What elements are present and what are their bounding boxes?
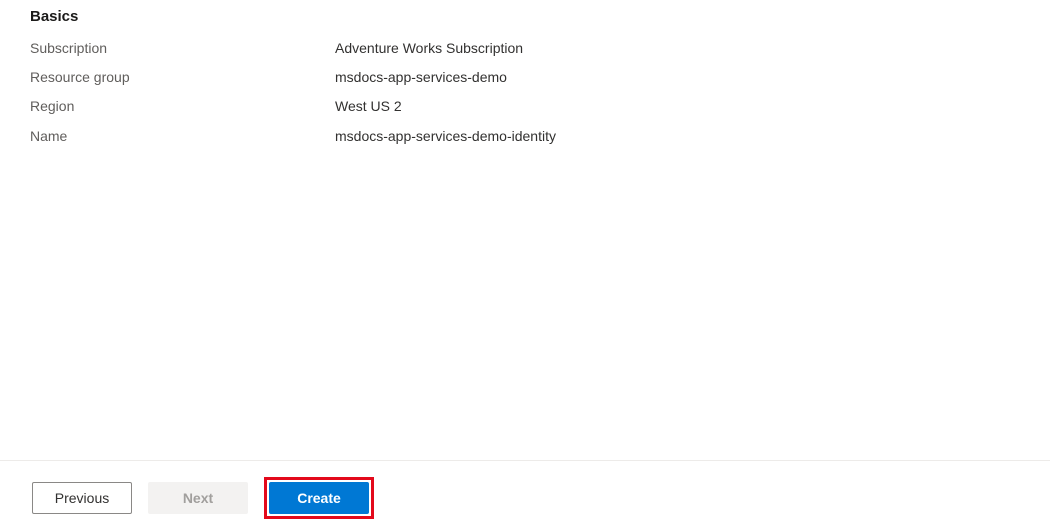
wizard-footer: Previous Next Create <box>0 460 1050 525</box>
value-region: West US 2 <box>335 97 402 115</box>
summary-row: Name msdocs-app-services-demo-identity <box>30 127 1050 145</box>
summary-row: Resource group msdocs-app-services-demo <box>30 68 1050 86</box>
value-resource-group: msdocs-app-services-demo <box>335 68 507 86</box>
summary-row: Subscription Adventure Works Subscriptio… <box>30 39 1050 57</box>
summary-row: Region West US 2 <box>30 97 1050 115</box>
previous-button[interactable]: Previous <box>32 482 132 514</box>
label-region: Region <box>30 97 335 115</box>
create-button[interactable]: Create <box>269 482 369 514</box>
review-section: Basics Subscription Adventure Works Subs… <box>0 0 1050 145</box>
create-highlight: Create <box>264 477 374 519</box>
label-subscription: Subscription <box>30 39 335 57</box>
next-button: Next <box>148 482 248 514</box>
section-title: Basics <box>30 8 1050 25</box>
label-name: Name <box>30 127 335 145</box>
value-subscription: Adventure Works Subscription <box>335 39 523 57</box>
value-name: msdocs-app-services-demo-identity <box>335 127 556 145</box>
label-resource-group: Resource group <box>30 68 335 86</box>
